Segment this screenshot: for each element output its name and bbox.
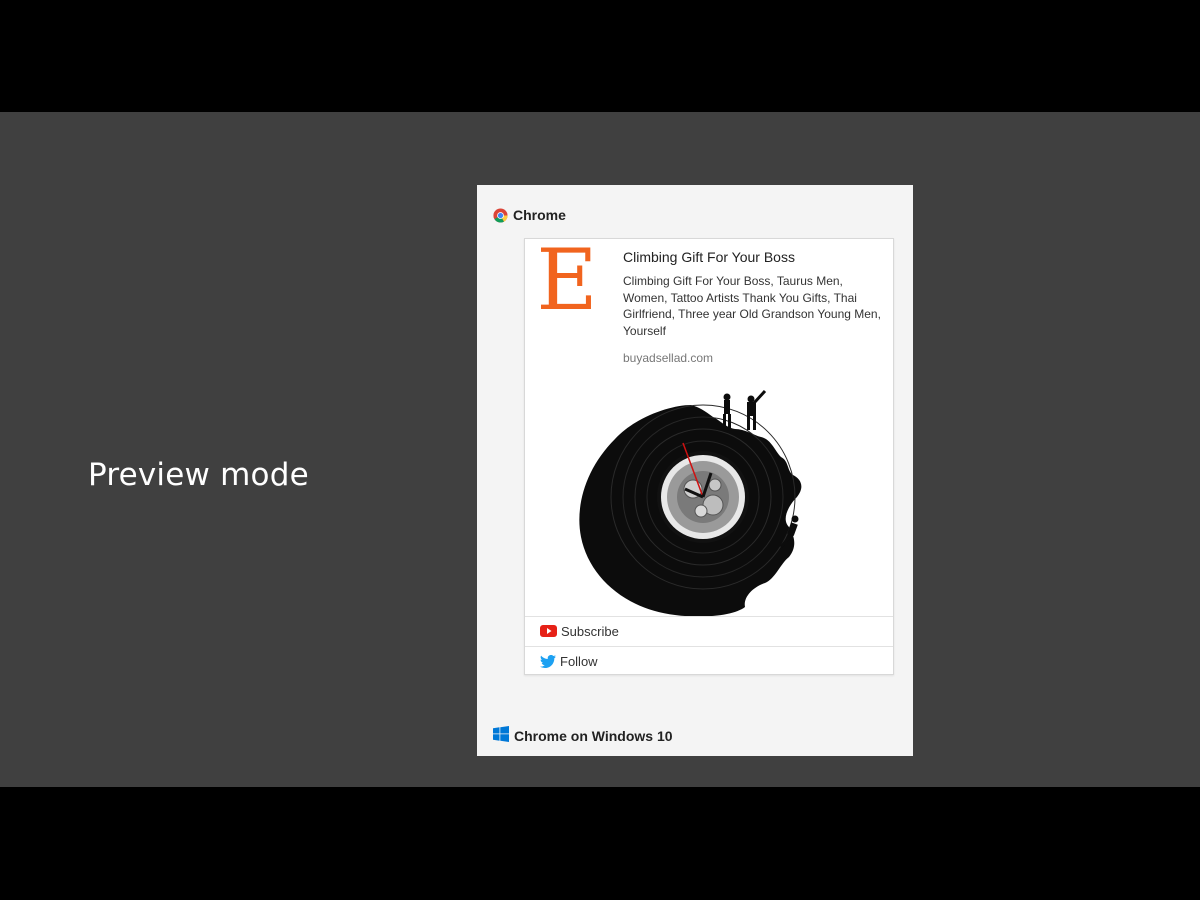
platform-footer: Chrome on Windows 10 — [493, 726, 673, 745]
etsy-logo: E — [536, 231, 598, 329]
youtube-icon — [540, 625, 557, 637]
notification-title: Climbing Gift For Your Boss — [623, 249, 795, 265]
notification-preview-panel: Chrome E Climbing Gift For Your Boss Cli… — [477, 185, 913, 756]
preview-mode-label: Preview mode — [88, 457, 309, 493]
follow-button[interactable]: Follow — [525, 646, 893, 675]
twitter-icon — [540, 654, 556, 668]
follow-label: Follow — [560, 653, 598, 669]
slide-stage: Preview mode Chrome E Climbing Gift For … — [0, 112, 1200, 787]
subscribe-button[interactable]: Subscribe — [525, 616, 893, 645]
browser-name: Chrome — [513, 207, 566, 223]
top-letterbox — [0, 0, 1200, 112]
push-notification-card[interactable]: E Climbing Gift For Your Boss Climbing G… — [524, 238, 894, 675]
windows-icon — [493, 726, 509, 745]
notification-domain: buyadsellad.com — [623, 351, 714, 365]
subscribe-label: Subscribe — [561, 623, 619, 639]
chrome-icon — [493, 207, 508, 223]
browser-header: Chrome — [493, 205, 566, 225]
notification-image — [575, 387, 845, 617]
notification-body: Climbing Gift For Your Boss, Taurus Men,… — [623, 274, 881, 338]
platform-label: Chrome on Windows 10 — [514, 727, 673, 744]
bottom-letterbox — [0, 787, 1200, 900]
